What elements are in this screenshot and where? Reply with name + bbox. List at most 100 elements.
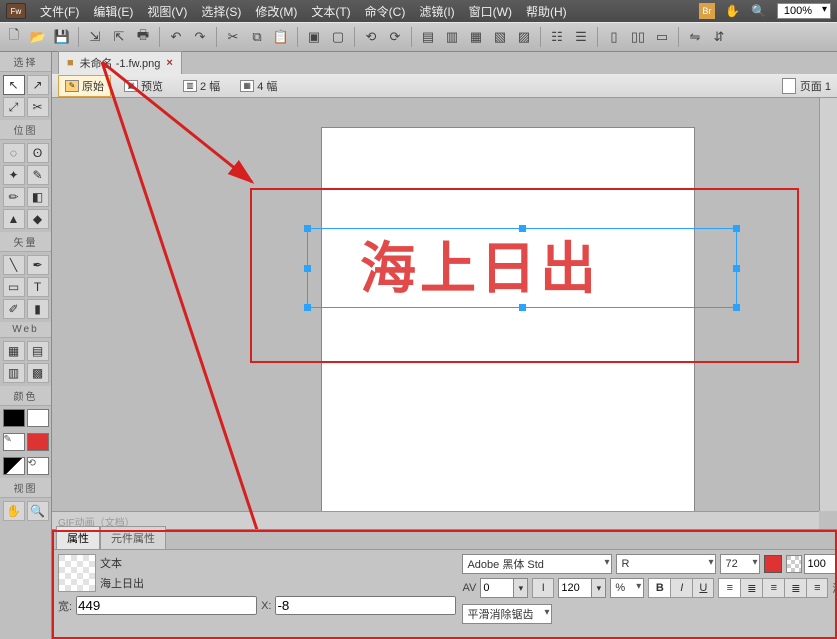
menu-modify[interactable]: 修改(M) — [255, 3, 297, 20]
copy-icon[interactable]: ⧉ — [247, 27, 267, 47]
brush-tool[interactable]: ✎ — [27, 165, 49, 185]
stroke-picker[interactable] — [27, 409, 49, 427]
align-left-button[interactable]: ≡ — [718, 578, 740, 598]
menu-help[interactable]: 帮助(H) — [526, 3, 567, 20]
ungroup-icon[interactable]: ▢ — [328, 27, 348, 47]
kerning-input[interactable] — [480, 578, 514, 598]
tab-properties[interactable]: 属性 — [56, 526, 100, 549]
rotate-cw-icon[interactable]: ⟳ — [385, 27, 405, 47]
marquee-tool[interactable]: ◌ — [3, 143, 25, 163]
align3-icon[interactable]: ▦ — [466, 27, 486, 47]
rect-tool[interactable]: ▭ — [3, 277, 25, 297]
pencil-tool[interactable]: ✏ — [3, 187, 25, 207]
text-selection[interactable]: 海上日出 — [307, 228, 737, 308]
export-icon[interactable]: ⇱ — [109, 27, 129, 47]
object-name[interactable]: 海上日出 — [100, 575, 144, 591]
menu-view[interactable]: 视图(V) — [147, 3, 187, 20]
align-center-button[interactable]: ≣ — [740, 578, 762, 598]
slice-tool[interactable]: ▤ — [27, 341, 49, 361]
align-justify-button[interactable]: ≣ — [784, 578, 806, 598]
document-tab[interactable]: ■ 未命名 -1.fw.png × — [58, 51, 182, 74]
show-slice-tool[interactable]: ▩ — [27, 363, 49, 383]
new-icon[interactable]: 🗋 — [4, 27, 24, 47]
vertical-scrollbar[interactable] — [819, 98, 837, 511]
hand-tool[interactable]: ✋ — [3, 501, 25, 521]
open-icon[interactable]: 📂 — [28, 27, 48, 47]
text-color-swatch[interactable] — [764, 555, 782, 573]
states-icon[interactable]: ▭ — [652, 27, 672, 47]
lasso-tool[interactable]: ʘ — [27, 143, 49, 163]
underline-button[interactable]: U — [692, 578, 714, 598]
pen-tool[interactable]: ✒ — [27, 255, 49, 275]
font-family-select[interactable]: Adobe 黑体 Std — [462, 554, 612, 574]
align4-icon[interactable]: ▧ — [490, 27, 510, 47]
zoom-level[interactable]: 100% — [777, 3, 831, 19]
undo-icon[interactable]: ↶ — [166, 27, 186, 47]
redo-icon[interactable]: ↷ — [190, 27, 210, 47]
text-tool[interactable]: T — [27, 277, 49, 297]
width-input[interactable] — [76, 596, 257, 615]
x-input[interactable] — [275, 596, 456, 615]
leading-input[interactable] — [558, 578, 592, 598]
group-icon[interactable]: ▣ — [304, 27, 324, 47]
zoom-icon[interactable]: 🔍 — [751, 3, 767, 19]
crop-tool[interactable]: ✂ — [27, 97, 49, 117]
stamp-tool[interactable]: ◆ — [27, 209, 49, 229]
alpha-input[interactable] — [804, 554, 837, 574]
swap-colors[interactable]: ⟲ — [27, 457, 49, 475]
pages-icon[interactable]: ▯▯ — [628, 27, 648, 47]
align5-icon[interactable]: ▨ — [514, 27, 534, 47]
zoom-tool[interactable]: 🔍 — [27, 501, 49, 521]
menu-edit[interactable]: 编辑(E) — [93, 3, 133, 20]
menu-window[interactable]: 窗口(W) — [469, 3, 512, 20]
page-icon[interactable]: ▯ — [604, 27, 624, 47]
default-colors[interactable] — [3, 457, 25, 475]
bucket-tool[interactable]: ▲ — [3, 209, 25, 229]
leading-unit[interactable]: % — [610, 578, 644, 598]
knife-tool[interactable]: ▮ — [27, 299, 49, 319]
line-tool[interactable]: ╲ — [3, 255, 25, 275]
canvas[interactable]: 海上日出 — [52, 98, 819, 511]
stroke-swatch[interactable] — [3, 409, 25, 427]
flip-v-icon[interactable]: ⇵ — [709, 27, 729, 47]
subselect-tool[interactable]: ↗ — [27, 75, 49, 95]
hotspot-tool[interactable]: ▦ — [3, 341, 25, 361]
view-preview[interactable]: ▣预览 — [117, 75, 170, 97]
pointer-tool[interactable]: ↖ — [3, 75, 25, 95]
italic-button[interactable]: I — [670, 578, 692, 598]
align1-icon[interactable]: ▤ — [418, 27, 438, 47]
font-style-select[interactable]: R — [616, 554, 716, 574]
menu-filter[interactable]: 滤镜(I) — [419, 3, 454, 20]
view-2up[interactable]: ▥2 幅 — [176, 75, 227, 97]
bridge-icon[interactable]: Br — [699, 3, 715, 19]
menu-text[interactable]: 文本(T) — [311, 3, 350, 20]
import-icon[interactable]: ⇲ — [85, 27, 105, 47]
horizontal-scrollbar[interactable] — [52, 511, 819, 529]
view-4up[interactable]: ▦4 幅 — [233, 75, 284, 97]
fill-swatch[interactable] — [27, 433, 49, 451]
rotate-ccw-icon[interactable]: ⟲ — [361, 27, 381, 47]
hand-icon[interactable]: ✋ — [725, 3, 741, 19]
align-stretch-button[interactable]: ≡ — [806, 578, 828, 598]
tab-symbol-properties[interactable]: 元件属性 — [100, 526, 166, 549]
print-icon[interactable]: 🖶 — [133, 27, 153, 47]
flip-h-icon[interactable]: ⇋ — [685, 27, 705, 47]
menu-command[interactable]: 命令(C) — [365, 3, 406, 20]
wand-tool[interactable]: ✦ — [3, 165, 25, 185]
close-tab-icon[interactable]: × — [166, 57, 172, 69]
font-size-select[interactable]: 72 — [720, 554, 760, 574]
paste-icon[interactable]: 📋 — [271, 27, 291, 47]
eraser-tool[interactable]: ◧ — [27, 187, 49, 207]
cut-icon[interactable]: ✂ — [223, 27, 243, 47]
fill-swatch-icon[interactable]: ✎ — [3, 433, 25, 451]
menu-select[interactable]: 选择(S) — [201, 3, 241, 20]
freeform-tool[interactable]: ✐ — [3, 299, 25, 319]
align-right-button[interactable]: ≡ — [762, 578, 784, 598]
distribute1-icon[interactable]: ☷ — [547, 27, 567, 47]
page-icon[interactable] — [782, 78, 796, 94]
distribute2-icon[interactable]: ☰ — [571, 27, 591, 47]
menu-file[interactable]: 文件(F) — [40, 3, 79, 20]
view-original[interactable]: ✎原始 — [58, 75, 111, 97]
save-icon[interactable]: 💾 — [52, 27, 72, 47]
page-label[interactable]: 页面 1 — [800, 78, 831, 94]
